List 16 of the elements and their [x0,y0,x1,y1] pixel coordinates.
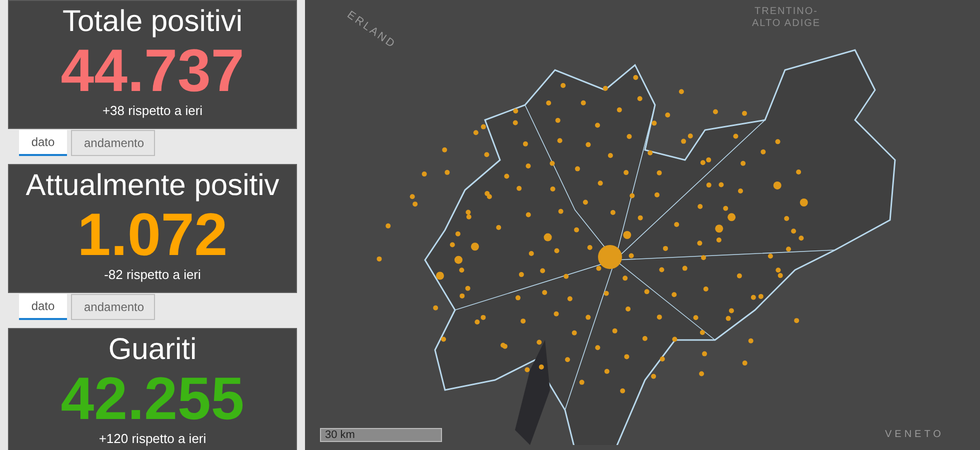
delta-text: +120 rispetto a ieri [98,431,206,447]
stat-value: 44.737 [60,39,244,103]
scale-bar: 30 km [320,428,442,442]
card-title: Totale positivi [62,5,243,39]
delta-text: +38 rispetto a ieri [102,103,203,119]
map-label: TRENTINO- ALTO ADIGE [752,6,821,30]
stat-value: 42.255 [60,367,244,431]
map-label: VENETO [885,429,944,441]
view-tab[interactable]: dato [19,130,67,156]
card-title: Guariti [108,333,197,367]
view-tab[interactable]: dato [19,294,67,320]
card-title: Attualmente positiv [26,169,280,203]
stat-value: 1.072 [77,203,228,267]
view-tab[interactable]: andamento [71,294,155,320]
view-tab[interactable]: andamento [71,130,155,156]
delta-text: -82 rispetto a ieri [104,267,201,283]
